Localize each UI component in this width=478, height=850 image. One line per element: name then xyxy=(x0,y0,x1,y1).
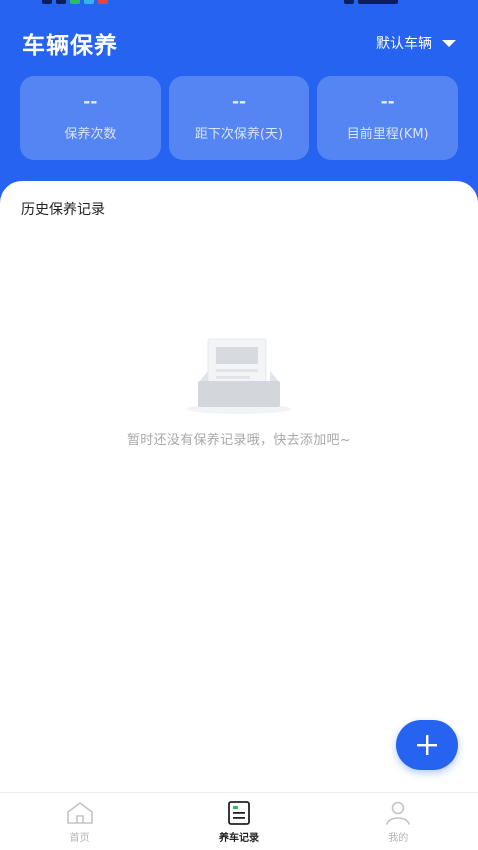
tab-label: 我的 xyxy=(388,833,409,844)
battery-icon xyxy=(358,0,398,4)
stats-row: -- 保养次数 -- 距下次保养(天) -- 目前里程(KM) xyxy=(20,76,459,160)
app-notification-icon xyxy=(98,0,108,4)
tab-maintenance-records[interactable]: 养车记录 xyxy=(159,793,318,850)
tab-home[interactable]: 首页 xyxy=(0,793,159,850)
alarm-icon xyxy=(344,0,354,4)
vehicle-select[interactable]: 默认车辆 xyxy=(376,33,456,53)
empty-inbox-icon xyxy=(187,338,291,414)
stat-caption: 距下次保养(天) xyxy=(194,127,284,142)
home-icon xyxy=(66,802,93,824)
vehicle-select-label: 默认车辆 xyxy=(376,36,432,52)
stat-days-to-next: -- 距下次保养(天) xyxy=(168,76,310,160)
empty-message: 暂时还没有保养记录哦，快去添加吧~ xyxy=(127,433,351,448)
status-bar xyxy=(0,0,478,8)
tab-mine[interactable]: 我的 xyxy=(319,793,478,850)
status-icons-left xyxy=(42,0,212,4)
stat-caption: 目前里程(KM) xyxy=(346,127,429,142)
stat-value: -- xyxy=(83,92,98,112)
stat-maintenance-count: -- 保养次数 xyxy=(20,76,161,160)
plus-icon xyxy=(417,735,437,755)
page-title: 车辆保养 xyxy=(22,33,118,59)
network-icon xyxy=(56,0,66,4)
app-notification-icon xyxy=(70,0,80,4)
record-icon xyxy=(228,801,250,825)
stat-current-mileage: -- 目前里程(KM) xyxy=(317,76,459,160)
history-title: 历史保养记录 xyxy=(21,202,105,218)
add-record-button[interactable] xyxy=(396,720,458,770)
tab-label: 首页 xyxy=(69,833,90,844)
user-icon xyxy=(386,801,411,825)
stat-value: -- xyxy=(231,92,247,112)
bottom-tab-bar: 首页 养车记录 我的 xyxy=(0,792,478,850)
history-sheet: 历史保养记录 暂时还没有保养记录哦，快去添加吧~ xyxy=(0,181,478,792)
app-notification-icon xyxy=(84,0,94,4)
empty-state: 暂时还没有保养记录哦，快去添加吧~ xyxy=(0,331,478,448)
caret-down-icon xyxy=(442,39,456,47)
tab-label: 养车记录 xyxy=(218,833,259,844)
signal-icon xyxy=(42,0,52,4)
status-icons-right xyxy=(344,0,434,4)
stat-value: -- xyxy=(380,92,395,112)
stat-caption: 保养次数 xyxy=(64,127,117,142)
